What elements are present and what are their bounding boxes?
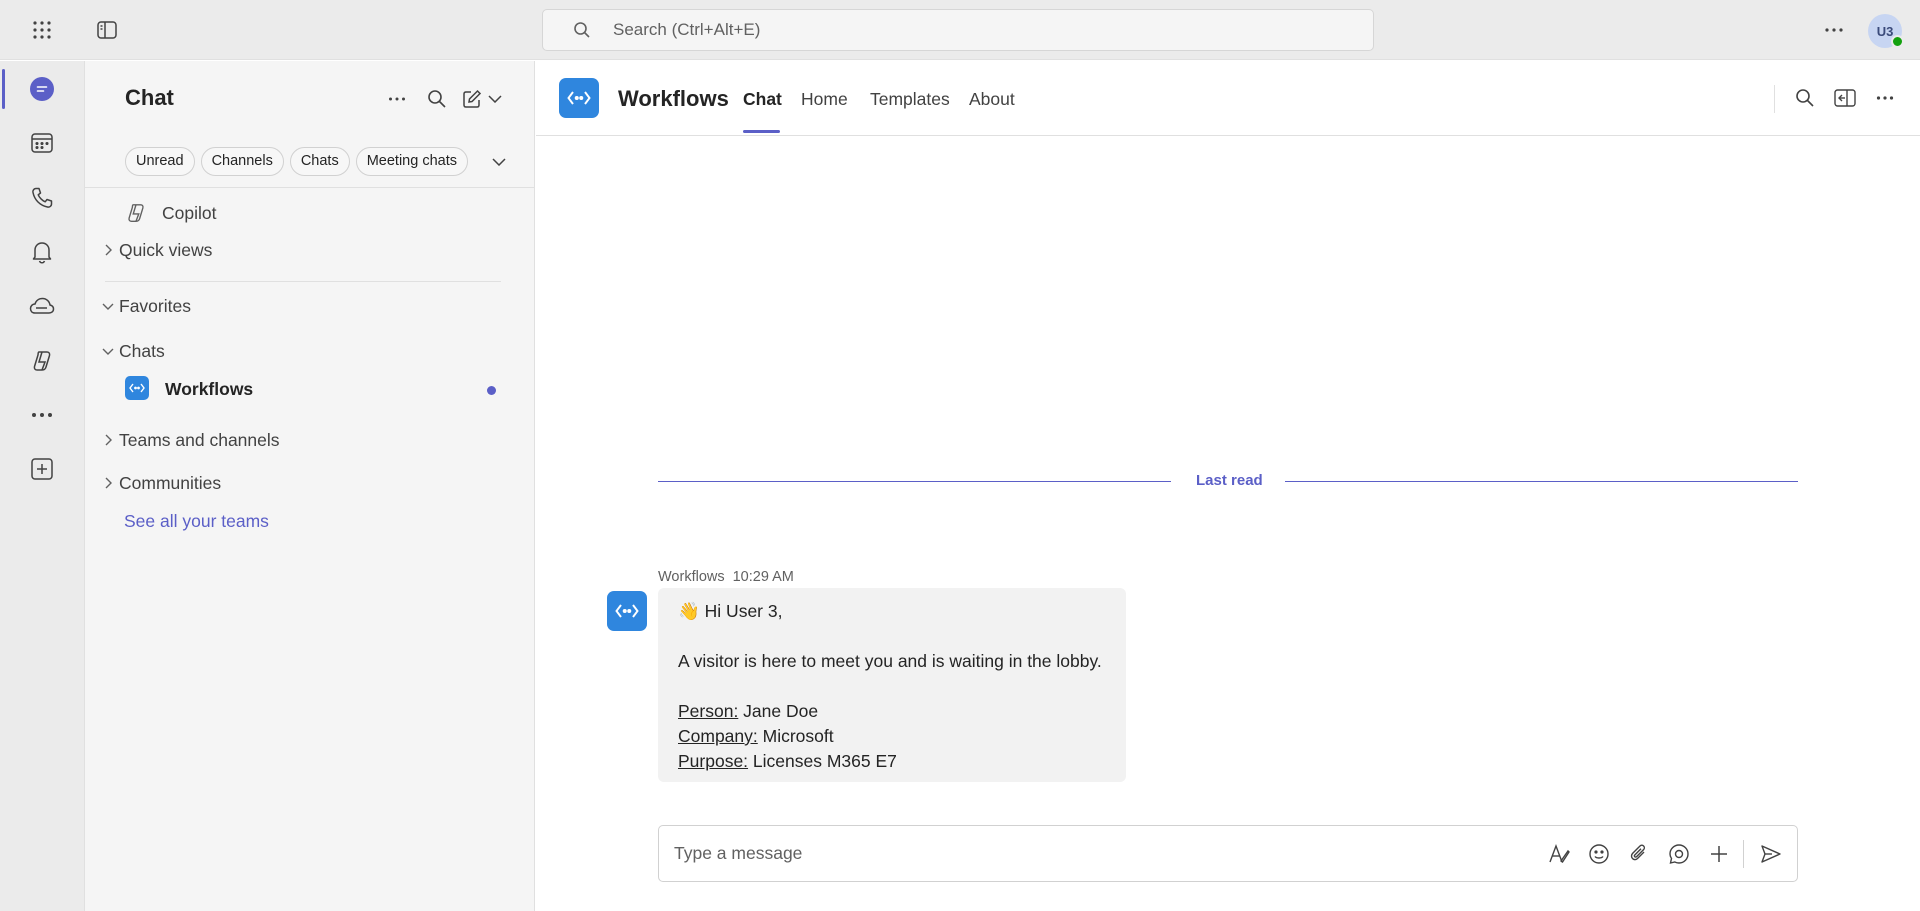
copilot-icon[interactable] (22, 341, 62, 381)
more-options-icon[interactable] (1869, 82, 1901, 114)
copilot-item[interactable]: Copilot (125, 198, 216, 228)
person-line: Person: Jane Doe (678, 699, 1106, 724)
copilot-icon (128, 204, 144, 222)
person-value: Jane Doe (738, 701, 819, 721)
send-icon[interactable] (1756, 839, 1786, 869)
divider (1743, 840, 1744, 868)
wave-icon: 👋 (678, 601, 700, 621)
communities-section[interactable]: Communities (100, 468, 221, 498)
app-rail (0, 61, 85, 911)
pane-title: Chat (125, 85, 174, 110)
emoji-icon[interactable] (1584, 839, 1614, 869)
quick-views-label: Quick views (119, 239, 213, 260)
divider (105, 281, 501, 282)
teams-label: Teams and channels (119, 429, 280, 450)
add-icon[interactable] (1704, 839, 1734, 869)
quick-views-section[interactable]: Quick views (100, 235, 212, 265)
chats-label: Chats (119, 340, 165, 361)
sidebar-toggle-icon[interactable] (91, 14, 123, 46)
search-input[interactable] (613, 20, 1313, 40)
chevron-down-icon (100, 343, 116, 359)
message-input[interactable] (674, 843, 1474, 864)
search-icon (574, 22, 590, 38)
search-icon[interactable] (1789, 82, 1821, 114)
active-tab-indicator (743, 130, 780, 133)
message-meta: Workflows 10:29 AM (658, 569, 802, 585)
activity-icon[interactable] (22, 232, 62, 272)
last-read-line (1285, 481, 1798, 482)
search-box[interactable] (542, 9, 1374, 51)
tab-home[interactable]: Home (801, 89, 848, 110)
communities-label: Communities (119, 472, 222, 493)
chat-item-name: Workflows (165, 379, 254, 399)
active-indicator (2, 69, 5, 109)
see-all-teams-link[interactable]: See all your teams (124, 511, 269, 532)
calls-icon[interactable] (22, 178, 62, 218)
presence-available-icon (1891, 35, 1904, 48)
tab-about[interactable]: About (969, 89, 1015, 110)
message-sender: Workflows (658, 569, 725, 585)
app-launcher-icon[interactable] (26, 14, 58, 46)
chat-header: Workflows Chat Home Templates About (536, 61, 1920, 136)
search-icon[interactable] (421, 83, 453, 115)
company-label: Company: (678, 726, 758, 746)
company-value: Microsoft (757, 726, 834, 746)
tab-chat[interactable]: Chat (743, 89, 782, 110)
new-chat-icon[interactable] (459, 83, 485, 115)
company-line: Company: Microsoft (678, 724, 1106, 749)
chat-icon[interactable] (22, 69, 62, 109)
calendar-icon[interactable] (22, 123, 62, 163)
compose-box[interactable] (658, 825, 1798, 882)
filter-chats[interactable]: Chats (289, 147, 350, 176)
chevron-down-icon (100, 298, 116, 314)
onedrive-icon[interactable] (22, 286, 62, 326)
more-apps-icon[interactable] (22, 395, 62, 435)
chat-list-pane: Chat Unread Channels Chats Meeting chats… (85, 61, 535, 911)
workflows-icon (125, 376, 149, 400)
loop-icon[interactable] (1664, 839, 1694, 869)
greeting-line: 👋 Hi User 3, (678, 599, 1106, 624)
teams-section[interactable]: Teams and channels (100, 425, 280, 455)
message-time: 10:29 AM (732, 569, 794, 585)
more-options-icon[interactable] (1818, 14, 1850, 46)
unread-indicator (487, 386, 496, 395)
chevron-down-icon[interactable] (487, 150, 511, 174)
person-label: Person: (678, 701, 739, 721)
app-title: Workflows (618, 86, 729, 111)
chat-item-workflows[interactable]: Workflows (85, 372, 535, 408)
last-read-label: Last read (1196, 472, 1263, 489)
purpose-value: Licenses M365 E7 (748, 751, 897, 771)
title-bar: U3 (0, 0, 1920, 60)
workflows-icon[interactable] (607, 591, 647, 631)
format-icon[interactable] (1544, 839, 1574, 869)
chats-section[interactable]: Chats (100, 336, 165, 366)
tab-templates[interactable]: Templates (870, 89, 950, 110)
attach-icon[interactable] (1624, 839, 1654, 869)
last-read-line (658, 481, 1171, 482)
message-body: A visitor is here to meet you and is wai… (678, 651, 1102, 671)
filter-channels[interactable]: Channels (200, 147, 284, 176)
chevron-right-icon (100, 475, 116, 491)
chevron-down-icon[interactable] (485, 83, 505, 115)
filter-bar: Unread Channels Chats Meeting chats (125, 147, 468, 176)
add-app-icon[interactable] (22, 449, 62, 489)
filter-unread[interactable]: Unread (125, 147, 195, 176)
workflows-icon (559, 78, 599, 118)
purpose-label: Purpose: (678, 751, 749, 771)
divider (1774, 85, 1775, 113)
message-bubble[interactable]: 👋 Hi User 3, A visitor is here to meet y… (658, 588, 1126, 782)
purpose-line: Purpose: Licenses M365 E7 (678, 749, 1106, 774)
favorites-section[interactable]: Favorites (100, 291, 191, 321)
open-in-pane-icon[interactable] (1829, 82, 1861, 114)
greeting-text: Hi User 3, (704, 601, 783, 621)
divider (85, 187, 535, 188)
filter-meeting-chats[interactable]: Meeting chats (355, 147, 468, 176)
chevron-right-icon (100, 242, 116, 258)
more-options-icon[interactable] (381, 83, 413, 115)
favorites-label: Favorites (119, 295, 191, 316)
chevron-right-icon (100, 432, 116, 448)
copilot-label: Copilot (162, 202, 217, 223)
